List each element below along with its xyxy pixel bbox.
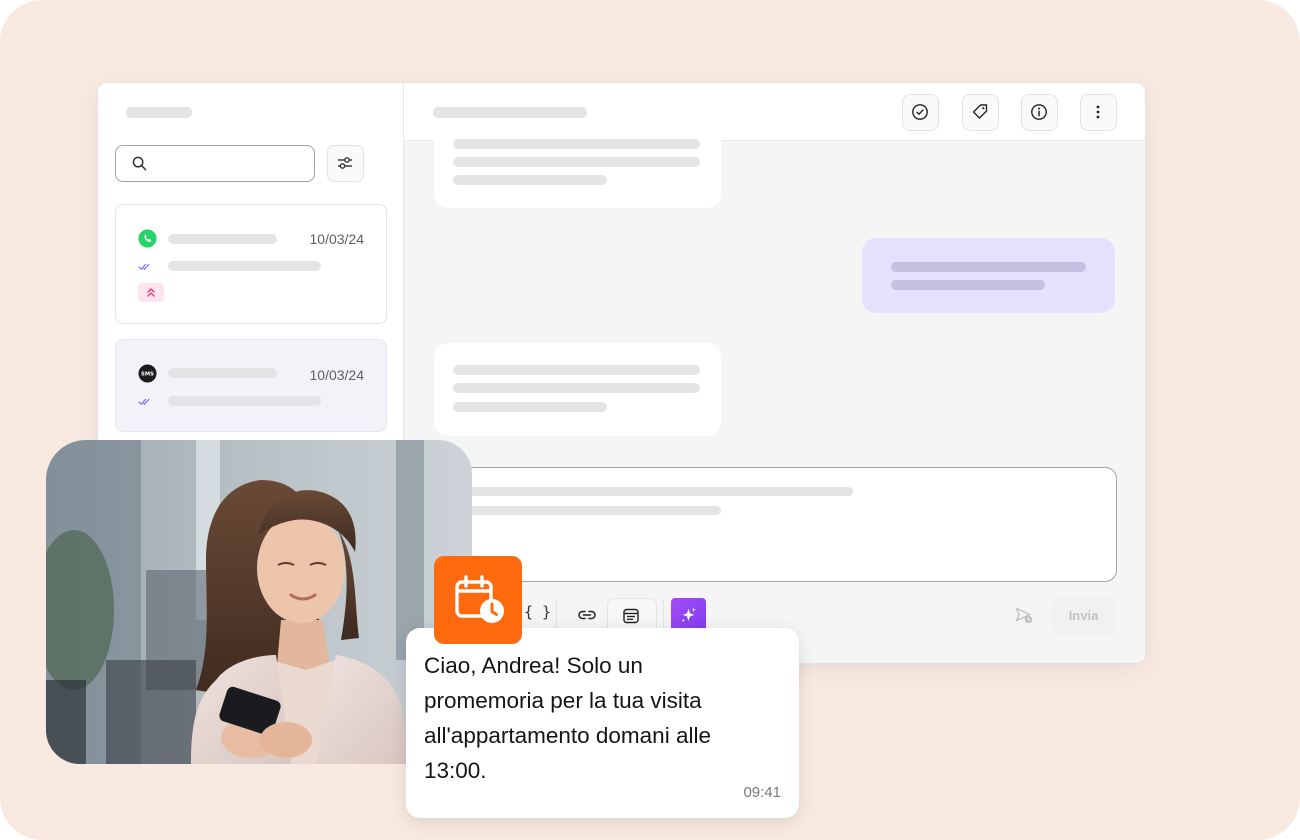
more-options-button[interactable] <box>1080 94 1117 131</box>
check-circle-icon <box>912 104 928 120</box>
tag-icon <box>972 104 988 119</box>
search-icon <box>132 156 147 171</box>
whatsapp-icon <box>138 229 157 248</box>
message-line-placeholder <box>453 402 607 412</box>
contact-name-placeholder <box>168 368 277 378</box>
priority-badge <box>138 283 164 302</box>
calendar-badge <box>434 556 522 644</box>
composer-line-placeholder <box>464 487 853 496</box>
outgoing-message <box>862 238 1115 313</box>
tag-button[interactable] <box>962 94 999 131</box>
conversation-item[interactable]: SMS 10/03/24 <box>115 339 387 432</box>
template-icon <box>623 608 639 624</box>
info-button[interactable] <box>1021 94 1058 131</box>
hero-background: 10/03/24 SMS 10/03/24 {} Invia Ciao, An… <box>0 0 1300 840</box>
toolbar-divider <box>663 599 664 631</box>
message-preview-placeholder <box>168 261 321 271</box>
message-line-placeholder <box>891 262 1086 272</box>
send-button[interactable]: Invia <box>1052 598 1115 634</box>
message-line-placeholder <box>453 157 700 167</box>
more-vertical-icon <box>1096 105 1100 119</box>
link-icon <box>578 610 596 620</box>
schedule-send-icon[interactable] <box>1014 605 1034 625</box>
conversation-item[interactable]: 10/03/24 <box>115 204 387 324</box>
message-line-placeholder <box>453 365 700 375</box>
message-composer-input[interactable] <box>434 467 1117 582</box>
calendar-clock-icon <box>455 575 504 623</box>
sliders-icon <box>338 157 352 169</box>
conversation-date: 10/03/24 <box>309 231 365 247</box>
double-check-icon <box>138 263 150 270</box>
contact-name-placeholder <box>168 234 277 244</box>
sparkles-icon <box>681 607 696 623</box>
svg-text:SMS: SMS <box>141 372 154 378</box>
search-input[interactable] <box>115 145 315 182</box>
incoming-message <box>434 343 721 436</box>
message-line-placeholder <box>453 175 607 185</box>
variables-button[interactable]: { } <box>524 603 551 621</box>
message-timestamp: 09:41 <box>743 784 781 801</box>
conversation-date: 10/03/24 <box>309 367 365 383</box>
chat-title-placeholder <box>433 107 587 118</box>
sidebar-title-placeholder <box>126 107 192 118</box>
message-line-placeholder <box>453 139 700 149</box>
filter-button[interactable] <box>327 145 364 182</box>
reminder-message-text: Ciao, Andrea! Solo un promemoria per la … <box>424 653 711 783</box>
toolbar-divider <box>556 599 557 631</box>
composer-line-placeholder <box>464 506 721 515</box>
message-line-placeholder <box>453 383 700 393</box>
message-line-placeholder <box>891 280 1045 290</box>
double-check-icon <box>138 398 150 405</box>
message-preview-placeholder <box>168 396 321 406</box>
info-icon <box>1031 104 1047 120</box>
resolve-button[interactable] <box>902 94 939 131</box>
chevrons-up-icon <box>147 288 155 297</box>
incoming-message <box>434 119 721 208</box>
sms-icon: SMS <box>138 364 157 383</box>
sms-reminder-card: Ciao, Andrea! Solo un promemoria per la … <box>406 628 799 818</box>
